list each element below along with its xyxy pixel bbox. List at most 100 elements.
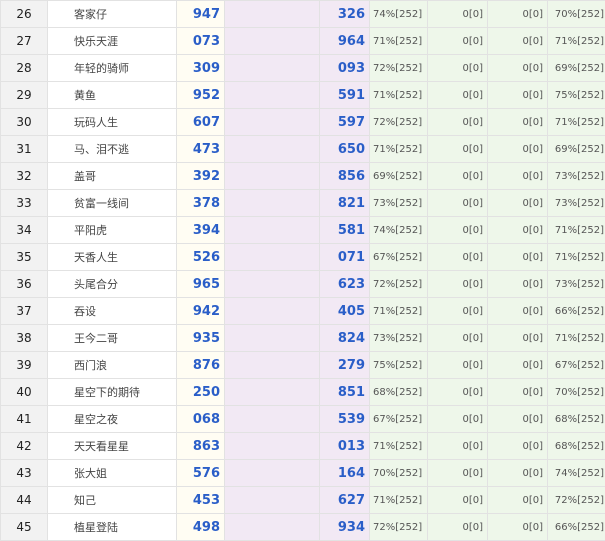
percent-b-cell: 71%[252] <box>548 28 605 55</box>
percent-b-cell: 66%[252] <box>548 514 605 541</box>
blank-cell <box>225 352 320 379</box>
name-cell[interactable]: 黄鱼 <box>48 82 177 109</box>
rank-cell: 26 <box>1 1 48 28</box>
percent-a-cell: 71%[252] <box>370 28 428 55</box>
table-row: 33贫富一线间37882173%[252]0[0]0[0]73%[252] <box>1 190 605 217</box>
number-a-cell: 250 <box>177 379 225 406</box>
zero-a-cell: 0[0] <box>428 514 488 541</box>
percent-a-cell: 74%[252] <box>370 217 428 244</box>
blank-cell <box>225 514 320 541</box>
percent-b-cell: 73%[252] <box>548 163 605 190</box>
zero-b-cell: 0[0] <box>488 55 548 82</box>
name-cell[interactable]: 知己 <box>48 487 177 514</box>
name-cell[interactable]: 张大姐 <box>48 460 177 487</box>
number-a-cell: 378 <box>177 190 225 217</box>
number-a-cell: 392 <box>177 163 225 190</box>
name-cell[interactable]: 头尾合分 <box>48 271 177 298</box>
blank-cell <box>225 28 320 55</box>
blank-cell <box>225 325 320 352</box>
name-cell[interactable]: 吞设 <box>48 298 177 325</box>
zero-a-cell: 0[0] <box>428 136 488 163</box>
number-a-cell: 942 <box>177 298 225 325</box>
number-a-cell: 576 <box>177 460 225 487</box>
number-b-cell: 539 <box>320 406 370 433</box>
number-b-cell: 851 <box>320 379 370 406</box>
percent-b-cell: 72%[252] <box>548 487 605 514</box>
number-a-cell: 473 <box>177 136 225 163</box>
zero-a-cell: 0[0] <box>428 325 488 352</box>
table-row: 30玩码人生60759772%[252]0[0]0[0]71%[252] <box>1 109 605 136</box>
percent-a-cell: 71%[252] <box>370 82 428 109</box>
table-row: 31马、泪不逃47365071%[252]0[0]0[0]69%[252] <box>1 136 605 163</box>
percent-a-cell: 72%[252] <box>370 271 428 298</box>
rank-cell: 41 <box>1 406 48 433</box>
number-a-cell: 526 <box>177 244 225 271</box>
percent-b-cell: 73%[252] <box>548 271 605 298</box>
table-row: 29黄鱼95259171%[252]0[0]0[0]75%[252] <box>1 82 605 109</box>
blank-cell <box>225 298 320 325</box>
name-cell[interactable]: 王今二哥 <box>48 325 177 352</box>
zero-b-cell: 0[0] <box>488 325 548 352</box>
zero-b-cell: 0[0] <box>488 136 548 163</box>
number-b-cell: 581 <box>320 217 370 244</box>
number-b-cell: 821 <box>320 190 370 217</box>
rank-cell: 35 <box>1 244 48 271</box>
name-cell[interactable]: 天天看星星 <box>48 433 177 460</box>
name-cell[interactable]: 星空下的期待 <box>48 379 177 406</box>
name-cell[interactable]: 星空之夜 <box>48 406 177 433</box>
blank-cell <box>225 271 320 298</box>
table-row: 28年轻的骑师30909372%[252]0[0]0[0]69%[252] <box>1 55 605 82</box>
number-b-cell: 650 <box>320 136 370 163</box>
rank-cell: 44 <box>1 487 48 514</box>
table-row: 34平阳虎39458174%[252]0[0]0[0]71%[252] <box>1 217 605 244</box>
rank-cell: 27 <box>1 28 48 55</box>
name-cell[interactable]: 马、泪不逃 <box>48 136 177 163</box>
name-cell[interactable]: 客家仔 <box>48 1 177 28</box>
zero-b-cell: 0[0] <box>488 379 548 406</box>
name-cell[interactable]: 玩码人生 <box>48 109 177 136</box>
number-a-cell: 394 <box>177 217 225 244</box>
name-cell[interactable]: 平阳虎 <box>48 217 177 244</box>
zero-b-cell: 0[0] <box>488 28 548 55</box>
blank-cell <box>225 406 320 433</box>
zero-b-cell: 0[0] <box>488 514 548 541</box>
rank-cell: 39 <box>1 352 48 379</box>
percent-a-cell: 73%[252] <box>370 190 428 217</box>
zero-a-cell: 0[0] <box>428 1 488 28</box>
table-row: 45植星登陆49893472%[252]0[0]0[0]66%[252] <box>1 514 605 541</box>
zero-b-cell: 0[0] <box>488 352 548 379</box>
name-cell[interactable]: 快乐天涯 <box>48 28 177 55</box>
number-b-cell: 597 <box>320 109 370 136</box>
zero-a-cell: 0[0] <box>428 487 488 514</box>
table-row: 39西门浪87627975%[252]0[0]0[0]67%[252] <box>1 352 605 379</box>
percent-b-cell: 68%[252] <box>548 433 605 460</box>
name-cell[interactable]: 天香人生 <box>48 244 177 271</box>
number-a-cell: 498 <box>177 514 225 541</box>
rank-cell: 36 <box>1 271 48 298</box>
name-cell[interactable]: 盖哥 <box>48 163 177 190</box>
table-row: 35天香人生52607167%[252]0[0]0[0]71%[252] <box>1 244 605 271</box>
blank-cell <box>225 136 320 163</box>
name-cell[interactable]: 植星登陆 <box>48 514 177 541</box>
number-a-cell: 952 <box>177 82 225 109</box>
number-b-cell: 013 <box>320 433 370 460</box>
name-cell[interactable]: 年轻的骑师 <box>48 55 177 82</box>
rank-cell: 29 <box>1 82 48 109</box>
percent-b-cell: 69%[252] <box>548 136 605 163</box>
percent-b-cell: 70%[252] <box>548 1 605 28</box>
name-cell[interactable]: 贫富一线间 <box>48 190 177 217</box>
number-a-cell: 073 <box>177 28 225 55</box>
percent-a-cell: 71%[252] <box>370 487 428 514</box>
table-row: 38王今二哥93582473%[252]0[0]0[0]71%[252] <box>1 325 605 352</box>
zero-b-cell: 0[0] <box>488 217 548 244</box>
zero-a-cell: 0[0] <box>428 28 488 55</box>
ranking-table-body: 26客家仔94732674%[252]0[0]0[0]70%[252]27快乐天… <box>1 1 605 541</box>
table-row: 44知己45362771%[252]0[0]0[0]72%[252] <box>1 487 605 514</box>
zero-a-cell: 0[0] <box>428 406 488 433</box>
number-b-cell: 093 <box>320 55 370 82</box>
percent-a-cell: 74%[252] <box>370 1 428 28</box>
table-row: 43张大姐57616470%[252]0[0]0[0]74%[252] <box>1 460 605 487</box>
name-cell[interactable]: 西门浪 <box>48 352 177 379</box>
number-b-cell: 164 <box>320 460 370 487</box>
table-row: 36头尾合分96562372%[252]0[0]0[0]73%[252] <box>1 271 605 298</box>
